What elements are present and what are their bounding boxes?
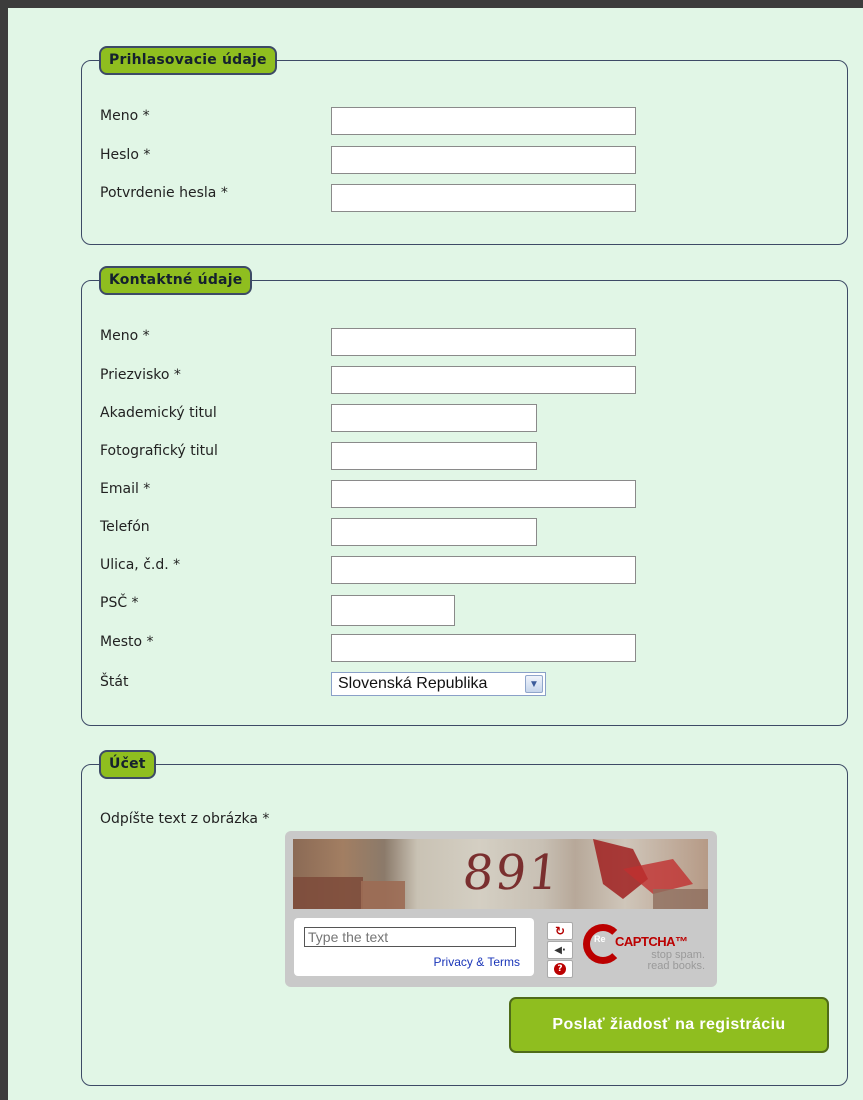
zip-input[interactable] [331,595,455,626]
photo-title-label: Fotografický titul [100,443,218,459]
city-input[interactable] [331,634,636,662]
phone-input[interactable] [331,518,537,546]
street-label: Ulica, č.d. * [100,557,181,573]
captcha-text: 891 [460,845,564,901]
city-label: Mesto * [100,634,154,650]
account-legend: Účet [99,750,156,779]
login-legend: Prihlasovacie údaje [99,46,277,75]
country-select-value: Slovenská Republika [338,675,488,692]
privacy-terms-link[interactable]: Privacy & Terms [434,955,520,969]
photo-title-input[interactable] [331,442,537,470]
captcha-label: Odpíšte text z obrázka * [100,811,270,827]
recaptcha-logo: Re CAPTCHA™ stop spam. read books. [581,920,711,976]
logo-name: CAPTCHA™ [615,934,688,949]
country-label: Štát [100,674,129,690]
recaptcha-widget: 891 Privacy & Terms ↻ ◀⋅ ? Re CAPTCHA™ s… [285,831,717,987]
password-confirm-input[interactable] [331,184,636,212]
chevron-down-icon[interactable]: ▼ [525,675,543,693]
academic-title-label: Akademický titul [100,405,217,421]
phone-label: Telefón [100,519,150,535]
refresh-icon[interactable]: ↻ [547,922,573,940]
password-label: Heslo * [100,147,151,163]
country-select[interactable]: Slovenská Republika ▼ [331,672,546,696]
logo-re: Re [594,934,606,944]
academic-title-input[interactable] [331,404,537,432]
surname-label: Priezvisko * [100,367,181,383]
captcha-image: 891 [293,839,708,909]
zip-label: PSČ * [100,595,139,611]
surname-input[interactable] [331,366,636,394]
first-name-label: Meno * [100,328,150,344]
password-confirm-label: Potvrdenie hesla * [100,185,228,201]
logo-tag-line-2: read books. [647,960,705,972]
password-input[interactable] [331,146,636,174]
help-icon[interactable]: ? [547,960,573,978]
registration-page: Prihlasovacie údaje Meno * Heslo * Potvr… [8,8,863,1100]
email-label: Email * [100,481,151,497]
email-input[interactable] [331,480,636,508]
street-input[interactable] [331,556,636,584]
audio-icon[interactable]: ◀⋅ [547,941,573,959]
captcha-input[interactable] [304,927,516,947]
contact-legend: Kontaktné údaje [99,266,253,295]
submit-registration-button[interactable]: Poslať žiadosť na registráciu [509,997,829,1053]
login-name-label: Meno * [100,108,150,124]
login-name-input[interactable] [331,107,636,135]
first-name-input[interactable] [331,328,636,356]
captcha-input-area: Privacy & Terms [294,918,534,976]
logo-tagline: stop spam. read books. [633,950,705,972]
